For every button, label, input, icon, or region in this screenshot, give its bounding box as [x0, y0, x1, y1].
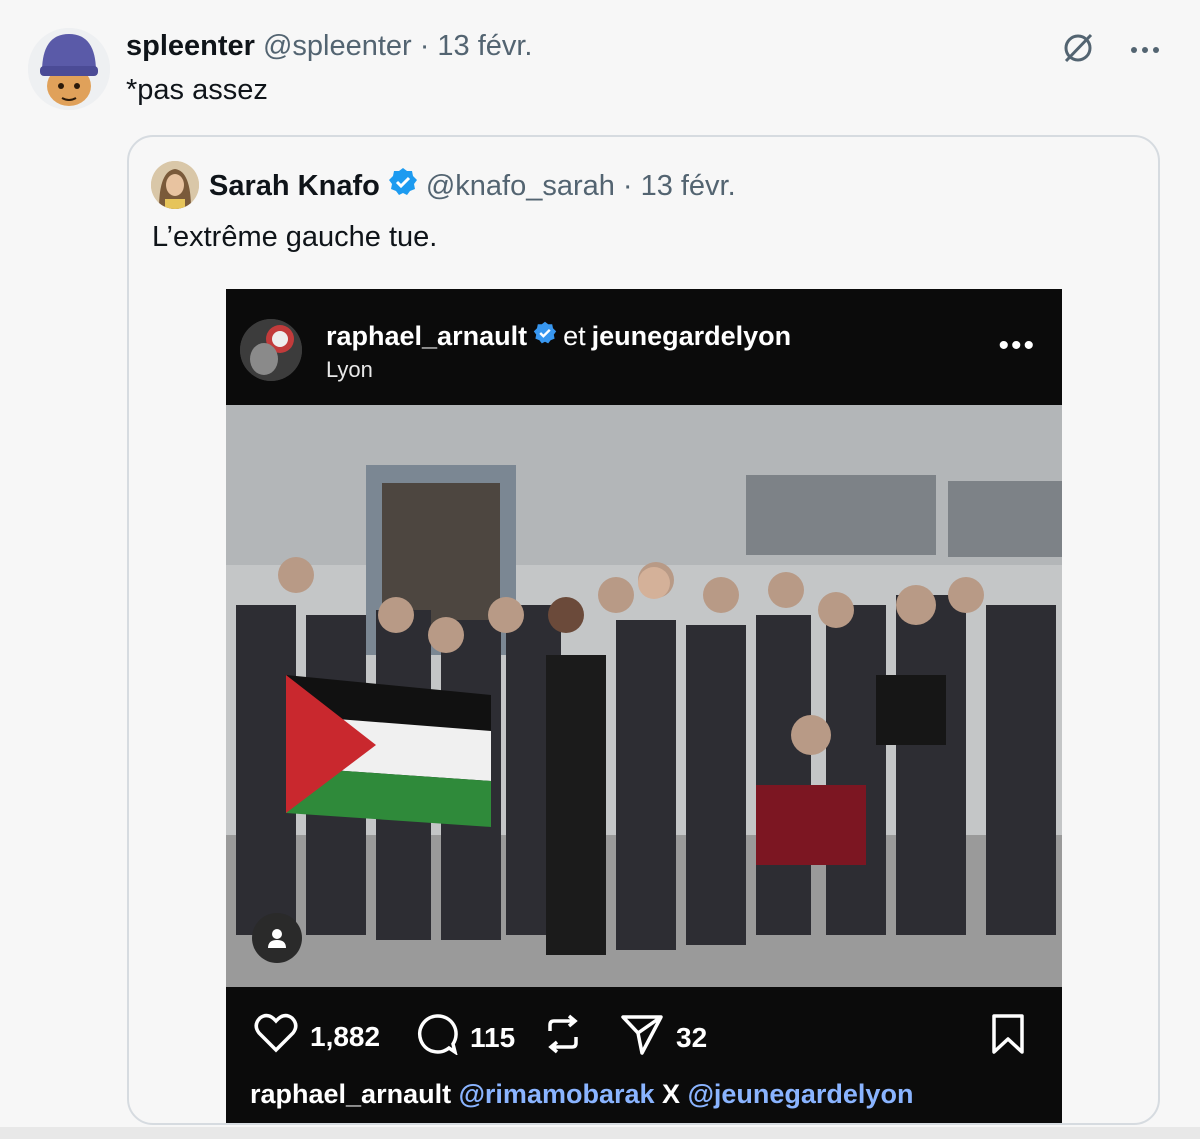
ig-account2: jeunegardelyon: [591, 321, 792, 351]
author-name[interactable]: spleenter: [126, 30, 255, 63]
ig-shares-count: 32: [676, 1021, 708, 1053]
separator-dot: ·: [419, 30, 430, 62]
quoted-post[interactable]: Sarah Knafo @knafo_sarah · 13 févr. L’ex…: [127, 135, 1160, 1125]
quoted-author-handle[interactable]: @knafo_sarah: [426, 170, 615, 203]
quoted-header: Sarah Knafo @knafo_sarah · 13 févr.: [209, 167, 736, 205]
ig-caption-tag1: @rimamobarak: [458, 1079, 655, 1109]
comment-icon: [416, 1013, 458, 1062]
more-icon[interactable]: [1130, 42, 1160, 60]
ig-joiner: et: [563, 321, 586, 351]
embedded-image[interactable]: raphael_arnault et jeunegardelyon Lyon •…: [226, 289, 1062, 1123]
heart-icon: [254, 1013, 298, 1060]
grok-icon[interactable]: [1060, 30, 1096, 71]
post-text: *pas assez: [126, 74, 268, 106]
quoted-date[interactable]: 13 févr.: [641, 170, 736, 203]
tagged-people-icon: [252, 913, 302, 963]
ig-header: raphael_arnault et jeunegardelyon Lyon •…: [226, 289, 1062, 405]
ig-likes: 1,882: [254, 1013, 380, 1060]
ig-avatar: [240, 319, 302, 381]
separator-dot: ·: [622, 169, 633, 202]
ig-repost: [542, 1013, 584, 1062]
group-photo: [226, 405, 1062, 987]
ig-more-icon: •••: [998, 329, 1036, 362]
bottom-divider: [0, 1127, 1200, 1139]
ig-shares: 32: [620, 1013, 707, 1062]
quoted-author-avatar[interactable]: [151, 161, 199, 209]
ig-caption-user: raphael_arnault: [250, 1079, 452, 1109]
ig-caption-tag2: @jeunegardelyon: [687, 1079, 914, 1109]
ig-caption: raphael_arnault @rimamobarak X @jeunegar…: [250, 1079, 913, 1110]
author-handle[interactable]: @spleenter: [263, 30, 412, 63]
share-icon: [620, 1013, 664, 1062]
ig-action-bar: 1,882 115 32: [226, 987, 1062, 1077]
ig-verified-icon: [533, 321, 557, 352]
ig-likes-count: 1,882: [310, 1020, 381, 1052]
author-avatar[interactable]: [28, 28, 110, 110]
repost-icon: [542, 1013, 584, 1062]
quoted-text: L’extrême gauche tue.: [152, 221, 438, 253]
post-header: spleenter @spleenter · 13 févr.: [126, 30, 533, 63]
post-date[interactable]: 13 févr.: [437, 30, 532, 63]
bookmark-icon: [990, 1013, 1026, 1055]
ig-account1: raphael_arnault: [326, 321, 528, 351]
verified-badge-icon: [388, 167, 418, 205]
ig-comments-count: 115: [470, 1021, 516, 1053]
ig-comments: 115: [416, 1013, 515, 1062]
quoted-author-name[interactable]: Sarah Knafo: [209, 170, 380, 203]
ig-account-names: raphael_arnault et jeunegardelyon: [326, 321, 791, 352]
ig-caption-x: X: [662, 1079, 681, 1109]
ig-location: Lyon: [326, 357, 373, 382]
post-actions-top: [1060, 30, 1160, 71]
